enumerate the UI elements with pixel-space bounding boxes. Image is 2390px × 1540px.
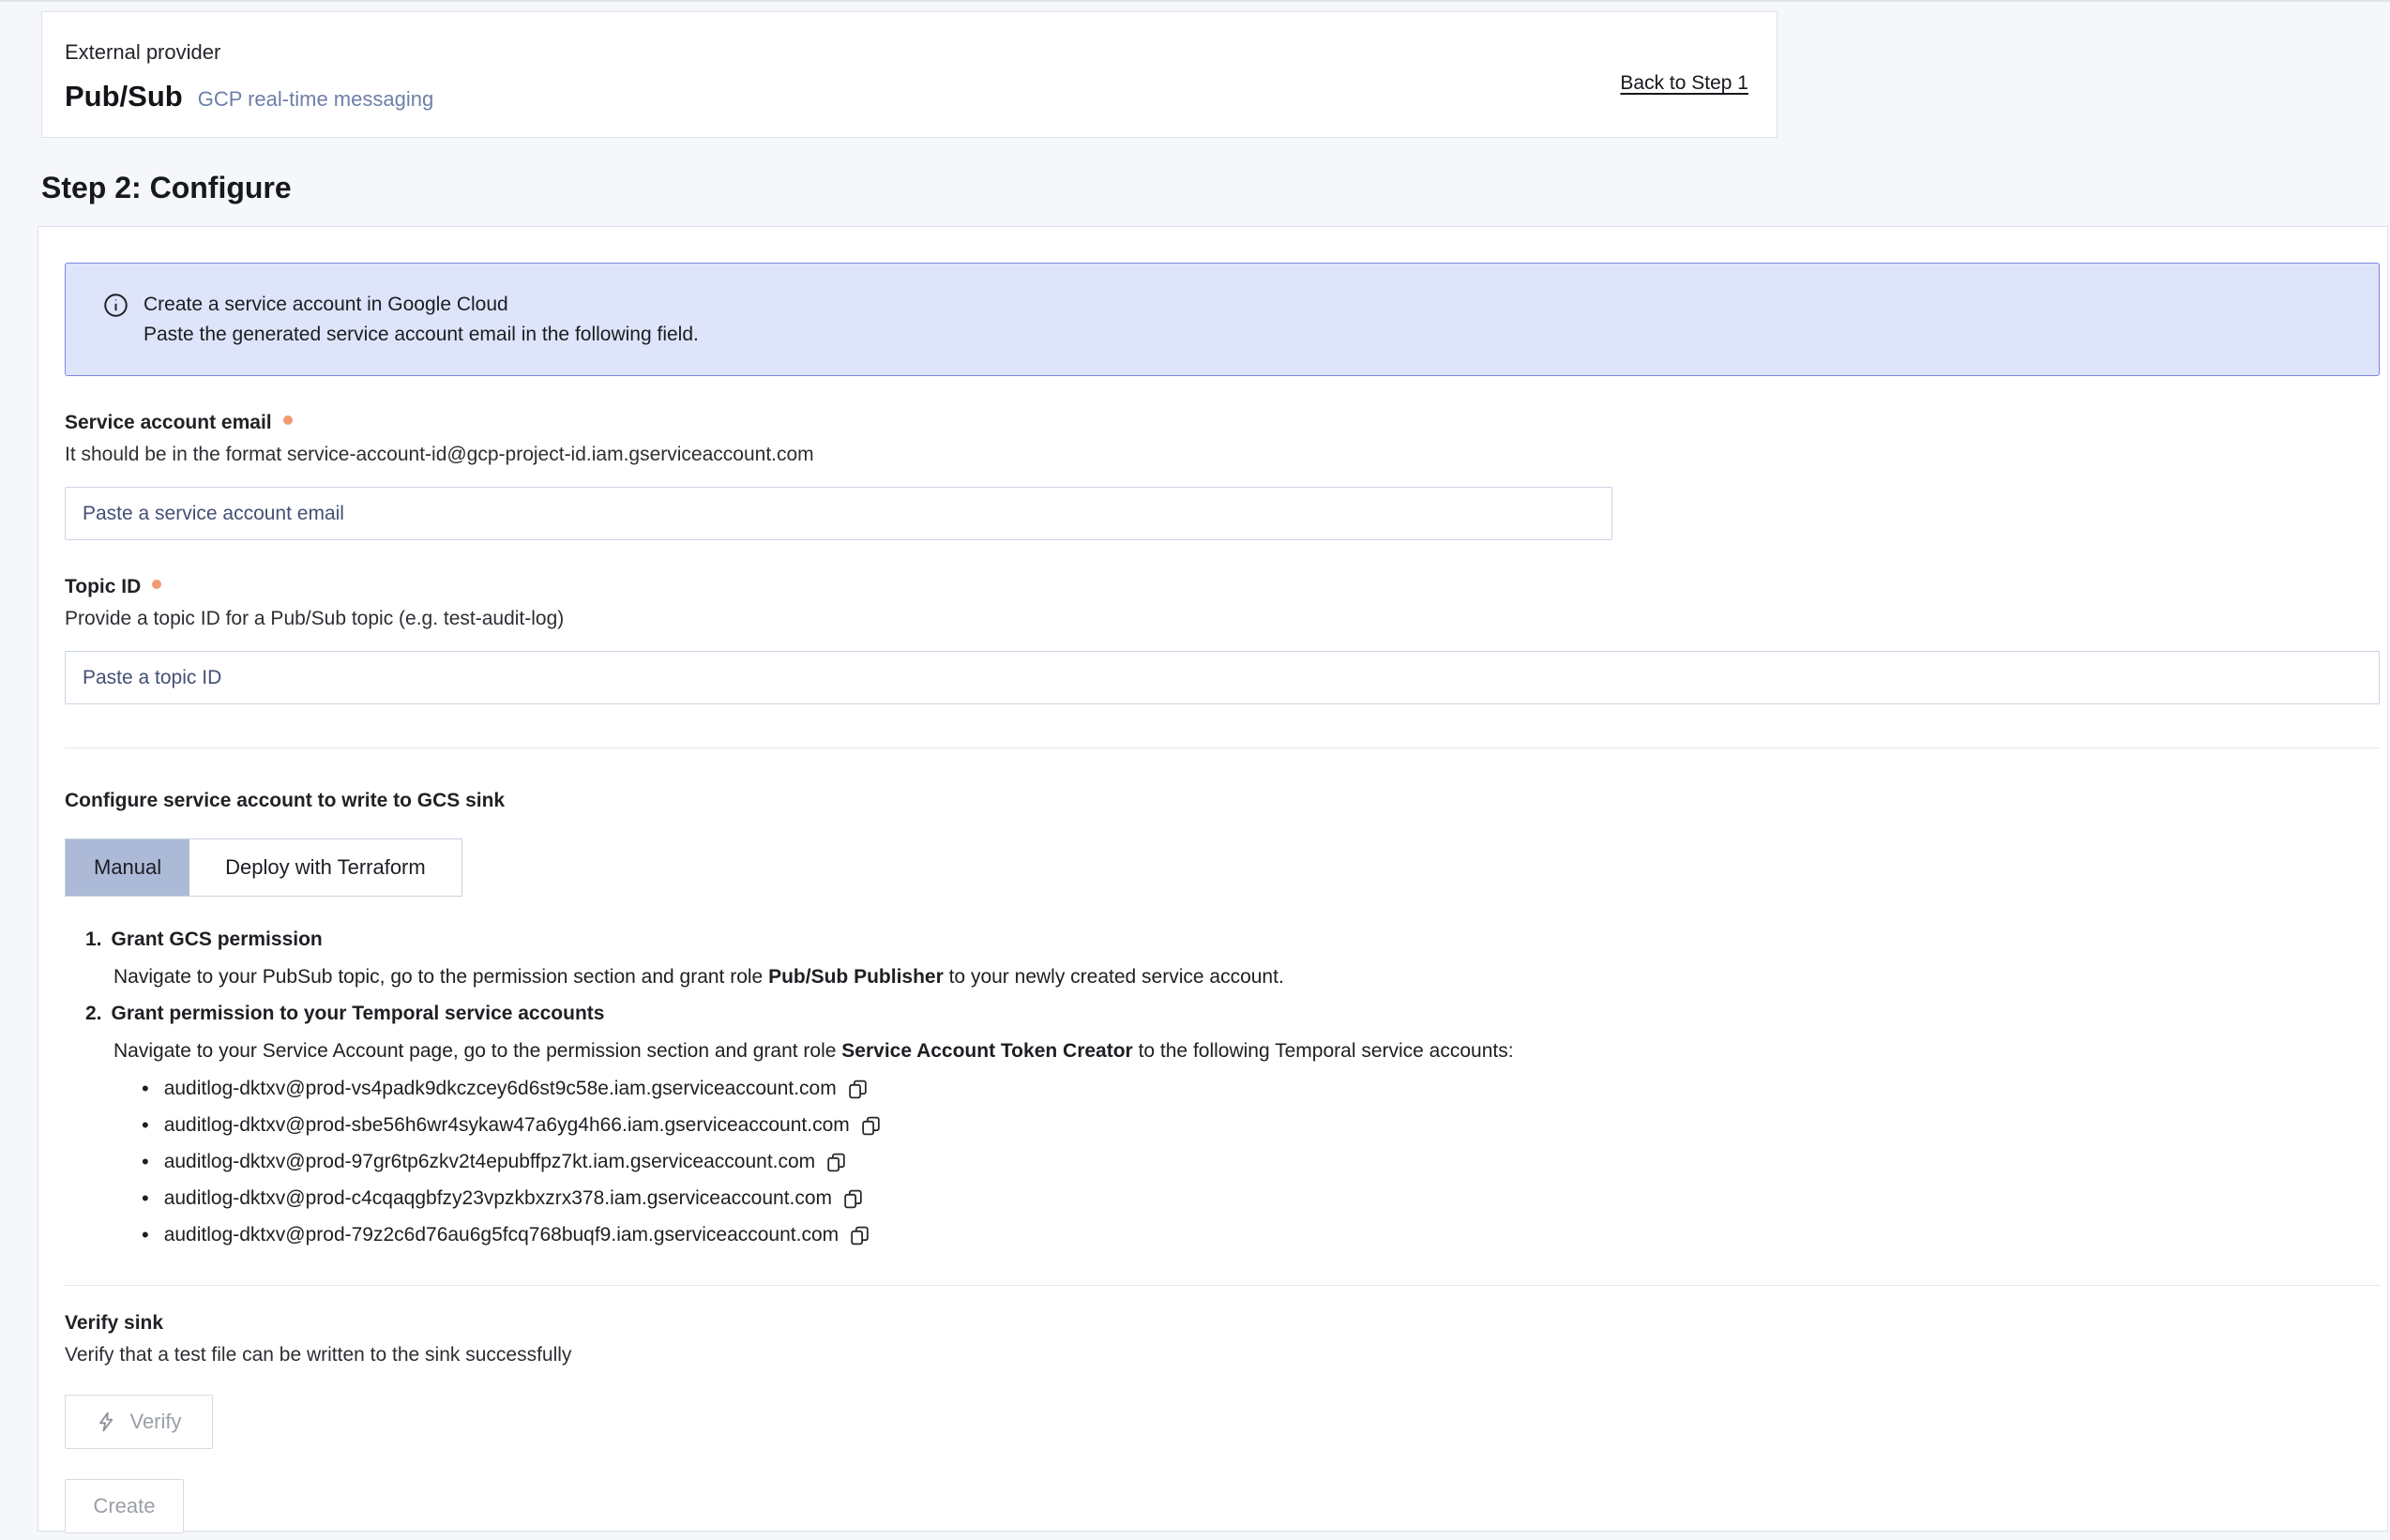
service-account-email: auditlog-dktxv@prod-vs4padk9dkczcey6d6st…: [164, 1078, 837, 1100]
step-heading: Step 2: Configure: [41, 171, 292, 205]
flash-icon: [96, 1411, 118, 1433]
copy-icon: [859, 1114, 883, 1138]
divider: [65, 747, 2380, 748]
provider-title-row: Pub/Sub GCP real-time messaging: [65, 80, 1747, 113]
service-account-email-input[interactable]: [65, 487, 1612, 540]
create-button-label: Create: [93, 1494, 155, 1518]
provider-title: Pub/Sub: [65, 80, 183, 113]
step-title: 2. Grant permission to your Temporal ser…: [85, 1003, 2380, 1025]
verify-sink-helper: Verify that a test file can be written t…: [65, 1344, 2380, 1366]
tab-deploy-terraform[interactable]: Deploy with Terraform: [189, 839, 461, 896]
topic-id-label: Topic ID: [65, 576, 2380, 598]
service-account-email: auditlog-dktxv@prod-c4cqaqgbfzy23vpzkbxz…: [164, 1187, 832, 1210]
copy-email-button[interactable]: [848, 1224, 871, 1247]
service-account-item: auditlog-dktxv@prod-vs4padk9dkczcey6d6st…: [142, 1077, 2380, 1101]
step-body-text: to the following Temporal service accoun…: [1133, 1040, 1514, 1062]
service-account-item: auditlog-dktxv@prod-79z2c6d76au6g5fcq768…: [142, 1223, 2380, 1247]
topic-id-helper: Provide a topic ID for a Pub/Sub topic (…: [65, 608, 2380, 630]
back-to-step-1-link[interactable]: Back to Step 1: [1620, 72, 1748, 95]
copy-icon: [848, 1224, 871, 1247]
step-body: Navigate to your Service Account page, g…: [113, 1038, 2380, 1064]
service-account-email: auditlog-dktxv@prod-sbe56h6wr4sykaw47a6y…: [164, 1114, 850, 1137]
copy-email-button[interactable]: [859, 1114, 883, 1138]
topic-id-label-text: Topic ID: [65, 576, 141, 598]
info-banner-body: Paste the generated service account emai…: [144, 322, 699, 347]
config-method-tabs: Manual Deploy with Terraform: [65, 838, 462, 897]
step-body-text: to your newly created service account.: [944, 966, 1284, 988]
service-account-email: auditlog-dktxv@prod-97gr6tp6zkv2t4epubff…: [164, 1151, 815, 1173]
step-body-text: Navigate to your Service Account page, g…: [113, 1040, 841, 1062]
provider-card: External provider Pub/Sub GCP real-time …: [41, 11, 1777, 138]
step-grant-gcs-permission: 1. Grant GCS permission Navigate to your…: [85, 929, 2380, 989]
info-banner-title: Create a service account in Google Cloud: [144, 292, 699, 317]
step-body-text: Navigate to your PubSub topic, go to the…: [113, 966, 768, 988]
service-account-email-label-text: Service account email: [65, 412, 272, 434]
instruction-steps: 1. Grant GCS permission Navigate to your…: [65, 929, 2380, 1247]
provider-subtitle: GCP real-time messaging: [198, 87, 433, 112]
copy-icon: [824, 1151, 848, 1174]
step-title-text: Grant permission to your Temporal servic…: [112, 1003, 605, 1025]
service-account-email: auditlog-dktxv@prod-79z2c6d76au6g5fcq768…: [164, 1224, 839, 1246]
service-account-list: auditlog-dktxv@prod-vs4padk9dkczcey6d6st…: [142, 1077, 2380, 1247]
info-banner-text: Create a service account in Google Cloud…: [144, 292, 699, 347]
copy-email-button[interactable]: [841, 1187, 865, 1211]
copy-icon: [846, 1078, 870, 1101]
step-body-role: Pub/Sub Publisher: [768, 966, 944, 988]
required-dot: [283, 415, 293, 425]
tab-manual[interactable]: Manual: [66, 839, 189, 896]
step-body: Navigate to your PubSub topic, go to the…: [113, 964, 2380, 989]
configure-card: Create a service account in Google Cloud…: [38, 226, 2388, 1532]
provider-eyebrow: External provider: [65, 40, 1747, 65]
step-title: 1. Grant GCS permission: [85, 929, 2380, 951]
divider: [65, 1285, 2380, 1286]
service-account-email-label: Service account email: [65, 412, 2380, 434]
step-body-role: Service Account Token Creator: [841, 1040, 1132, 1062]
step-number: 2.: [85, 1003, 102, 1025]
info-icon: [103, 293, 129, 323]
top-divider: [0, 0, 2390, 2]
verify-button-label: Verify: [129, 1410, 181, 1434]
gcs-sink-heading: Configure service account to write to GC…: [65, 790, 2380, 812]
verify-sink-heading: Verify sink: [65, 1312, 2380, 1335]
service-account-item: auditlog-dktxv@prod-c4cqaqgbfzy23vpzkbxz…: [142, 1186, 2380, 1211]
service-account-item: auditlog-dktxv@prod-sbe56h6wr4sykaw47a6y…: [142, 1113, 2380, 1138]
info-banner: Create a service account in Google Cloud…: [65, 263, 2380, 376]
service-account-email-helper: It should be in the format service-accou…: [65, 444, 2380, 466]
service-account-item: auditlog-dktxv@prod-97gr6tp6zkv2t4epubff…: [142, 1150, 2380, 1174]
create-button[interactable]: Create: [65, 1479, 184, 1533]
step-title-text: Grant GCS permission: [112, 929, 323, 951]
copy-email-button[interactable]: [846, 1078, 870, 1101]
required-dot: [152, 580, 161, 589]
verify-button[interactable]: Verify: [65, 1395, 213, 1449]
copy-icon: [841, 1187, 865, 1211]
step-grant-temporal-permission: 2. Grant permission to your Temporal ser…: [85, 1003, 2380, 1247]
copy-email-button[interactable]: [824, 1151, 848, 1174]
topic-id-input[interactable]: [65, 651, 2380, 704]
step-number: 1.: [85, 929, 102, 951]
